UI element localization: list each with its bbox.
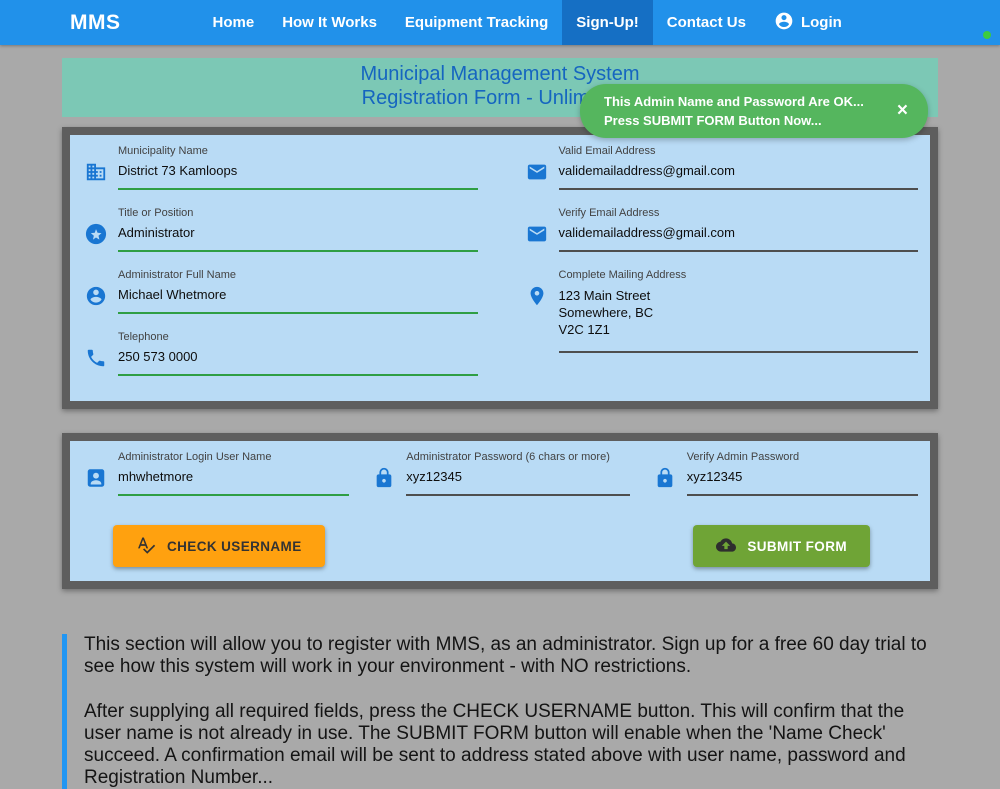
page-title: Municipal Management System: [360, 63, 640, 85]
submit-form-button[interactable]: SUBMIT FORM: [693, 525, 870, 567]
admin-username-input[interactable]: mhwhetmore: [118, 469, 350, 496]
person-circle-icon: [85, 269, 118, 307]
close-icon[interactable]: ×: [889, 100, 916, 122]
verify-password-input[interactable]: xyz12345: [686, 469, 918, 496]
field-label: Complete Mailing Address: [558, 269, 687, 281]
building-icon: [85, 145, 118, 183]
lock-icon: [654, 451, 687, 489]
nav-item-how-it-works[interactable]: How It Works: [268, 0, 391, 45]
registration-login-card: Administrator Login User Name mhwhetmore…: [62, 433, 938, 589]
spellcheck-icon: [136, 535, 156, 558]
cloud-upload-icon: [716, 535, 737, 558]
check-username-label: CHECK USERNAME: [167, 538, 302, 554]
brand-logo[interactable]: MMS: [0, 0, 121, 45]
star-circle-icon: [85, 207, 118, 245]
verify-email-field[interactable]: Verify Email Address validemailaddress@g…: [526, 207, 918, 252]
municipality-name-input[interactable]: District 73 Kamloops: [118, 163, 478, 190]
form-buttons-row: CHECK USERNAME SUBMIT FORM: [85, 525, 918, 573]
admin-full-name-field[interactable]: Administrator Full Name Michael Whetmore: [85, 269, 478, 314]
info-paragraph-2: After supplying all required fields, pre…: [84, 701, 906, 788]
contact-left-column: Municipality Name District 73 Kamloops T…: [85, 145, 478, 393]
check-username-button[interactable]: CHECK USERNAME: [113, 525, 325, 567]
field-label: Valid Email Address: [558, 145, 656, 157]
admin-username-field[interactable]: Administrator Login User Name mhwhetmore: [85, 451, 350, 496]
field-label: Administrator Login User Name: [118, 451, 272, 463]
location-pin-icon: [526, 269, 559, 307]
field-label: Telephone: [118, 331, 169, 343]
submit-form-label: SUBMIT FORM: [747, 538, 847, 554]
address-line-1: 123 Main Street: [558, 288, 651, 303]
toast-notification: This Admin Name and Password Are OK... P…: [580, 84, 928, 138]
info-paragraph-1: This section will allow you to register …: [84, 634, 927, 677]
verify-password-field[interactable]: Verify Admin Password xyz12345: [654, 451, 918, 496]
toast-line1: This Admin Name and Password Are OK...: [604, 94, 864, 109]
admin-password-field[interactable]: Administrator Password (6 chars or more)…: [373, 451, 630, 496]
nav-item-contact-us[interactable]: Contact Us: [653, 0, 760, 45]
lock-icon: [373, 451, 406, 489]
field-label: Administrator Password (6 chars or more): [406, 451, 610, 463]
title-position-field[interactable]: Title or Position Administrator: [85, 207, 478, 252]
address-line-2: Somewhere, BC: [558, 305, 654, 320]
nav-item-sign-up[interactable]: Sign-Up!: [562, 0, 653, 45]
email-icon: [526, 207, 559, 245]
toast-line2: Press SUBMIT FORM Button Now...: [604, 113, 822, 128]
registration-contact-card: Municipality Name District 73 Kamloops T…: [62, 127, 938, 409]
mailing-address-field[interactable]: Complete Mailing Address 123 Main Street…: [526, 269, 918, 353]
login-label: Login: [800, 14, 842, 31]
valid-email-field[interactable]: Valid Email Address validemailaddress@gm…: [526, 145, 918, 190]
nav-item-home[interactable]: Home: [199, 0, 269, 45]
status-dot: [983, 31, 991, 39]
field-label: Administrator Full Name: [118, 269, 236, 281]
nav-item-equipment-tracking[interactable]: Equipment Tracking: [391, 0, 562, 45]
account-circle-icon: [774, 11, 801, 35]
nav-menu: Home How It Works Equipment Tracking Sig…: [199, 0, 856, 45]
telephone-field[interactable]: Telephone 250 573 0000: [85, 331, 478, 376]
email-icon: [526, 145, 559, 183]
admin-password-input[interactable]: xyz12345: [406, 469, 630, 496]
contact-right-column: Valid Email Address validemailaddress@gm…: [526, 145, 918, 393]
navbar: MMS Home How It Works Equipment Tracking…: [0, 0, 1000, 45]
phone-icon: [85, 331, 118, 369]
nav-item-login[interactable]: Login: [760, 0, 856, 45]
address-line-3: V2C 1Z1: [558, 322, 610, 337]
admin-full-name-input[interactable]: Michael Whetmore: [118, 287, 478, 314]
valid-email-input[interactable]: validemailaddress@gmail.com: [558, 163, 918, 190]
info-section: This section will allow you to register …: [62, 634, 938, 789]
field-label: Verify Admin Password: [686, 451, 800, 463]
field-label: Title or Position: [118, 207, 194, 219]
verify-email-input[interactable]: validemailaddress@gmail.com: [558, 225, 918, 252]
mailing-address-input[interactable]: 123 Main Street Somewhere, BC V2C 1Z1: [558, 287, 918, 353]
telephone-input[interactable]: 250 573 0000: [118, 349, 478, 376]
field-label: Verify Email Address: [558, 207, 660, 219]
id-card-icon: [85, 451, 118, 489]
municipality-name-field[interactable]: Municipality Name District 73 Kamloops: [85, 145, 478, 190]
title-position-input[interactable]: Administrator: [118, 225, 478, 252]
field-label: Municipality Name: [118, 145, 208, 157]
